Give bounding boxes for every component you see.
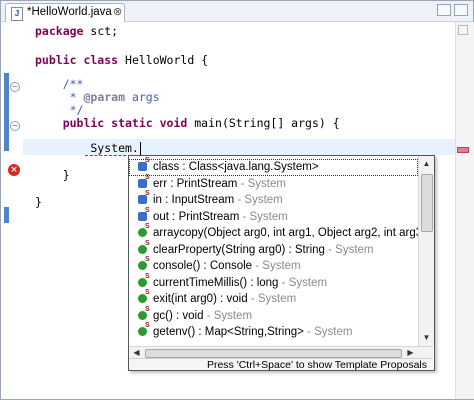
scroll-thumb[interactable] <box>421 174 433 232</box>
scroll-up-icon[interactable]: ▲ <box>421 158 432 169</box>
fold-collapse-icon[interactable]: − <box>10 82 20 92</box>
fold-collapse-icon[interactable]: − <box>10 121 20 131</box>
change-marker <box>4 73 9 151</box>
content-assist-popup: S class : Class<java.lang.System> S err … <box>128 155 435 371</box>
minimize-button[interactable] <box>437 4 451 16</box>
proposal-item[interactable]: S gc() : void - System <box>129 306 418 325</box>
scroll-thumb[interactable] <box>145 349 402 358</box>
proposal-item[interactable]: S console() : Console - System <box>129 256 418 275</box>
java-file-icon: J <box>11 7 23 21</box>
proposal-item[interactable]: S in : InputStream - System <box>129 190 418 209</box>
proposal-text: currentTimeMillis() : long - System <box>153 276 328 289</box>
text-cursor <box>139 142 141 155</box>
popup-status-text: Press 'Ctrl+Space' to show Template Prop… <box>129 358 433 370</box>
proposal-item[interactable]: S exit(int arg0) : void - System <box>129 289 418 308</box>
tab-label: *HelloWorld.java <box>27 6 112 18</box>
proposal-text: class : Class<java.lang.System> <box>153 161 319 173</box>
proposal-item[interactable]: S out : PrintStream - System <box>129 207 418 226</box>
proposal-item[interactable]: S currentTimeMillis() : long - System <box>129 273 418 292</box>
overview-indicator <box>458 25 468 35</box>
left-ruler: − − × <box>1 22 23 399</box>
close-icon[interactable]: ⊗ <box>113 5 122 18</box>
proposal-text: err : PrintStream - System <box>153 177 286 190</box>
proposal-item[interactable]: S getenv() : Map<String,String> - System <box>129 322 418 341</box>
maximize-button[interactable] <box>454 4 468 16</box>
proposal-text: out : PrintStream - System <box>153 210 288 223</box>
overview-ruler <box>455 22 474 399</box>
proposal-text: gc() : void - System <box>153 309 253 322</box>
code-line: } <box>35 195 42 209</box>
proposal-text: arraycopy(Object arg0, int arg1, Object … <box>153 227 418 239</box>
proposal-text: console() : Console - System <box>153 260 301 272</box>
proposal-item[interactable]: S arraycopy(Object arg0, int arg1, Objec… <box>129 223 418 242</box>
tab-helloworld-java[interactable]: J *HelloWorld.java ⊗ <box>5 3 125 22</box>
code-line: package sct; <box>35 24 119 38</box>
proposal-item[interactable]: S clearProperty(String arg0) : String - … <box>129 240 418 259</box>
vertical-scrollbar[interactable]: ▲ ▼ <box>418 156 434 346</box>
proposal-text: clearProperty(String arg0) : String - Sy… <box>153 243 374 256</box>
proposal-text: getenv() : Map<String,String> - System <box>153 326 353 338</box>
error-icon[interactable]: × <box>8 164 20 176</box>
error-underline <box>85 153 131 156</box>
scroll-down-icon[interactable]: ▼ <box>421 332 432 343</box>
proposal-item[interactable]: S class : Class<java.lang.System> <box>129 157 418 176</box>
code-line: } <box>35 168 70 182</box>
overview-error-marker[interactable] <box>457 147 469 153</box>
proposal-text: in : InputStream - System <box>153 194 283 206</box>
proposal-item[interactable]: S err : PrintStream - System <box>129 174 418 193</box>
proposal-list[interactable]: S class : Class<java.lang.System> S err … <box>129 156 418 346</box>
proposal-text: exit(int arg0) : void - System <box>153 293 297 305</box>
editor-window: J *HelloWorld.java ⊗ − − × package sct; … <box>0 0 474 400</box>
change-marker <box>4 207 9 223</box>
code-line: public static void main(String[] args) { <box>35 116 340 130</box>
editor-tab-bar: J *HelloWorld.java ⊗ <box>1 1 473 22</box>
code-line: public class HelloWorld { <box>35 53 209 67</box>
